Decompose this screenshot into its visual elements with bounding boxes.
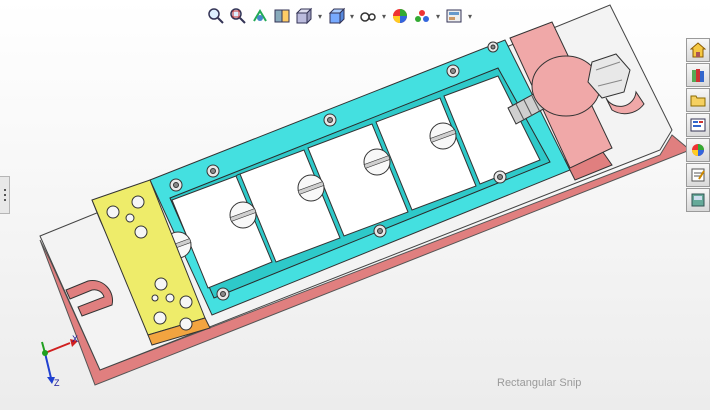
view-orientation-icon[interactable] <box>294 6 314 26</box>
resources-icon[interactable] <box>686 38 710 62</box>
model-viewport[interactable]: X Z <box>0 0 710 410</box>
custom-properties-icon[interactable] <box>686 163 710 187</box>
round-boss <box>531 55 601 117</box>
view-settings-dropdown-icon[interactable]: ▾ <box>466 12 474 21</box>
hide-show-items-icon[interactable] <box>358 6 378 26</box>
design-library-icon[interactable] <box>686 63 710 87</box>
heads-up-view-toolbar: ▾ ▾ ▾ ▾ ▾ <box>206 4 474 28</box>
grip-dot <box>3 189 6 191</box>
panel-collapse-handle[interactable] <box>0 176 10 214</box>
triad-z-label: Z <box>54 378 60 388</box>
triad-x-label: X <box>72 334 78 344</box>
feature-manager-icon[interactable] <box>686 188 710 212</box>
apply-scene-dropdown-icon[interactable]: ▾ <box>434 12 442 21</box>
zoom-to-fit-icon[interactable] <box>206 6 226 26</box>
apply-scene-icon[interactable] <box>412 6 432 26</box>
display-style-dropdown-icon[interactable]: ▾ <box>348 12 356 21</box>
grip-dot <box>3 194 6 196</box>
previous-view-icon[interactable] <box>250 6 270 26</box>
edit-appearance-icon[interactable] <box>390 6 410 26</box>
hide-show-dropdown-icon[interactable]: ▾ <box>380 12 388 21</box>
task-pane <box>686 38 710 212</box>
view-orientation-dropdown-icon[interactable]: ▾ <box>316 12 324 21</box>
snip-overlay-label: Rectangular Snip <box>497 377 582 389</box>
view-settings-icon[interactable] <box>444 6 464 26</box>
appearances-icon[interactable] <box>686 138 710 162</box>
section-view-icon[interactable] <box>272 6 292 26</box>
grip-dot <box>3 199 6 201</box>
display-style-icon[interactable] <box>326 6 346 26</box>
zoom-to-area-icon[interactable] <box>228 6 248 26</box>
reference-triad: X Z <box>41 334 78 388</box>
file-explorer-icon[interactable] <box>686 88 710 112</box>
view-palette-icon[interactable] <box>686 113 710 137</box>
